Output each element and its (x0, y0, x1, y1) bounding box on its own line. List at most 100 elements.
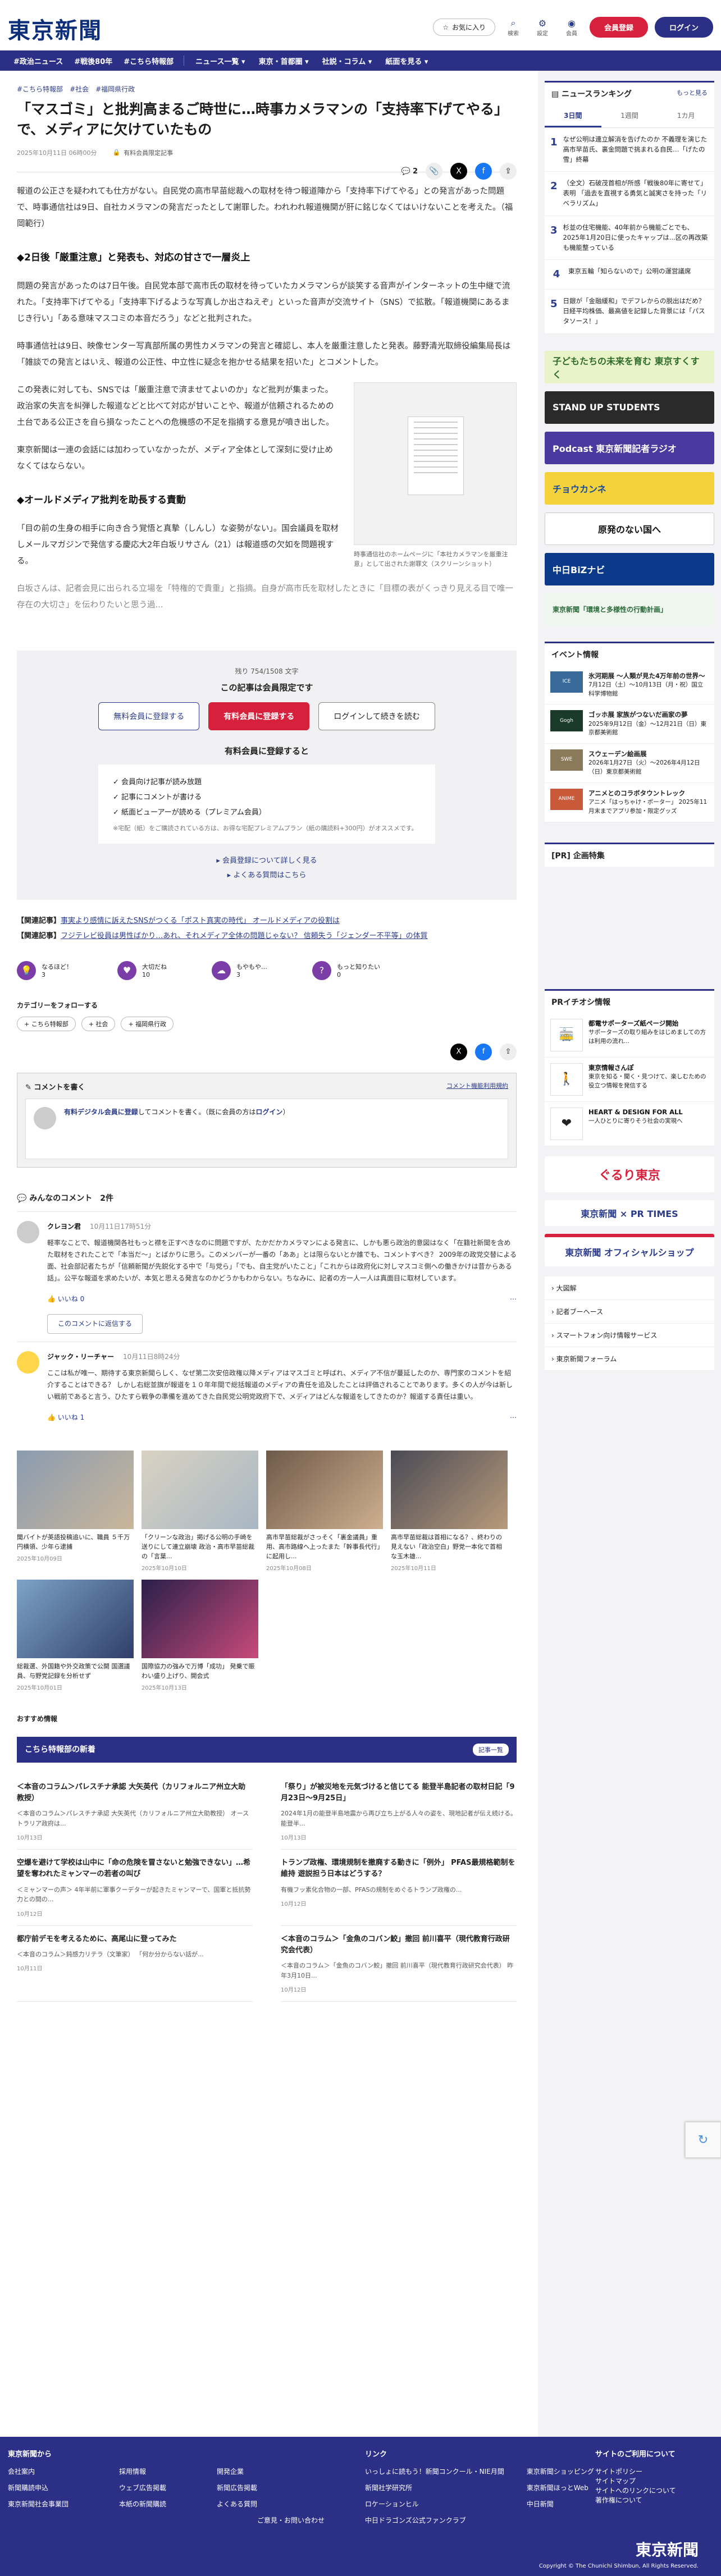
share-icon[interactable]: ⇪ (500, 1043, 517, 1060)
footer-link[interactable]: 新聞社学研究所 (365, 2483, 504, 2492)
tokuho-item[interactable]: ＜本音のコラム＞「金魚のコバン鮫」撤回 前川喜平（現代教育行政研究会代表） ＜本音… (281, 1926, 517, 2002)
recaptcha-badge[interactable]: ↻ (685, 2122, 721, 2158)
ranking-item[interactable]: 3 杉並の住宅機能、40年前から機能ごとでも、2025年1月20日に使ったキャップ… (545, 216, 714, 260)
sidebar-link[interactable]: › 東京新聞フォーラム (545, 1347, 714, 1371)
member-button[interactable]: ◉ 会員 (560, 18, 583, 37)
nav-tag-politics[interactable]: #政治ニュース (8, 56, 69, 66)
pr-item[interactable]: ❤ HEART & DESIGN FOR ALL 一人ひとりに寄りそう社会の実現へ (545, 1101, 714, 1146)
tokuho-item[interactable]: トランプ政権、環境規制を撤廃する動きに「例外」 PFAS最規格範制を維持 遊説担… (281, 1850, 517, 1926)
nav-tag-tokuho[interactable]: #こちら特報部 (118, 56, 179, 66)
event-item[interactable]: ICE 氷河期展 〜人類が見た4万年前の世界〜 7月12日（土）〜10月13日（月・… (545, 665, 714, 705)
clip-icon[interactable]: 📎 (426, 163, 442, 180)
pr-item[interactable]: 🚋 都電サポーターズ紙ページ開始 サポーターズの取り組みをはじめましての方は利用の流… (545, 1013, 714, 1058)
sukusuku-banner[interactable]: 子どもたちの未来を育む 東京すくすく (545, 350, 714, 383)
footer-link[interactable]: 採用情報 (119, 2467, 166, 2476)
comment-terms-link[interactable]: コメント機能利用規約 (446, 1081, 508, 1092)
footer-link[interactable]: 著作権について (595, 2495, 676, 2505)
nav-tag-postwar80[interactable]: #戦後80年 (69, 56, 118, 66)
footer-logo[interactable]: 東京新聞 (636, 2538, 699, 2560)
figure-image[interactable] (354, 382, 517, 545)
comment-like-button[interactable]: 👍 いいね 0 (47, 1293, 84, 1305)
category-link[interactable]: #こちら特報部 (17, 84, 63, 94)
nav-paper[interactable]: 紙面を見る ▾ (378, 56, 435, 66)
comment-input-area[interactable]: 有料デジタル会員に登録してコメントを書く。（既に会員の方はログイン） (25, 1098, 508, 1159)
footer-link[interactable]: サイトへのリンクについて (595, 2486, 676, 2495)
event-item[interactable]: ANIME アニメとのコラボタウントレック アニメ「はっちゃけ・ポーター」 2025… (545, 783, 714, 822)
comment-menu-icon[interactable]: ⋯ (510, 1293, 517, 1305)
login-link[interactable]: ログイン (255, 1108, 282, 1116)
footer-link[interactable]: 中日ドラゴンズ公式ファンクラブ (365, 2515, 504, 2525)
reaction-naruhodo[interactable]: 💡 なるほど！ 3 (17, 960, 72, 980)
sidebar-link[interactable]: › 記者ブーヘース (545, 1300, 714, 1324)
footer-link[interactable]: 東京新聞社会事業団 (8, 2499, 69, 2509)
related-article-link[interactable]: 事実より感情に訴えたSNSがつくる「ポスト真実の時代」 オールドメディアの役割は (61, 917, 340, 925)
nav-editorial[interactable]: 社説・コラム ▾ (316, 56, 379, 66)
podcast-banner[interactable]: Podcast 東京新聞記者ラジオ (545, 431, 714, 464)
membership-info-link[interactable]: ▸ 会員登録について詳しく見る (28, 854, 505, 868)
free-register-button[interactable]: 無料会員に登録する (98, 702, 200, 730)
site-logo[interactable]: 東京新聞 (8, 12, 102, 45)
faq-link[interactable]: ▸ よくある質問はこちら (28, 868, 505, 883)
footer-link[interactable]: 新聞広告掲載 (217, 2483, 257, 2492)
pr-item[interactable]: 🚶 東京情報さんぽ 東京を知る・聞く・見つけて、楽しむための役立つ情報を発信する (545, 1057, 714, 1102)
photo-card[interactable]: 高市早苗総裁がさっそく「裏金議員」重用、高市路線へ上ったまた「幹事長代行」に起用… (266, 1450, 383, 1572)
comment-count[interactable]: 💬 2 (401, 167, 418, 176)
nav-tokyo[interactable]: 東京・首都圏 ▾ (252, 56, 316, 66)
related-article-link[interactable]: フジテレビ役員は男性ばかり…あれ、それメディア全体の問題じゃない？ 信頼失う「ジ… (61, 932, 428, 940)
tab-1week[interactable]: 1週間 (601, 105, 658, 127)
sidebar-link[interactable]: › 大図解 (545, 1276, 714, 1300)
follow-chip[interactable]: + 福岡県行政 (121, 1016, 174, 1031)
favorites-button[interactable]: ☆ お気に入り (433, 19, 495, 36)
footer-link[interactable]: よくある質問 (217, 2499, 257, 2509)
footer-link[interactable]: 会社案内 (8, 2467, 69, 2476)
register-button[interactable]: 会員登録 (589, 17, 648, 38)
category-link[interactable]: #福岡県行政 (95, 84, 135, 94)
ranking-item[interactable]: 1 なぜ公明は連立解消を告げたのか 不義理を演じた高市早苗氏、裏金問題で挑まれる自… (545, 128, 714, 172)
paid-register-button[interactable]: 有料会員に登録する (208, 702, 310, 730)
tokuho-item[interactable]: ＜本音のコラム＞パレスチナ承認 大矢英代（カリフォルニア州立大助教授） ＜本音のコ… (17, 1774, 253, 1850)
footer-link[interactable]: 東京新聞ショッピング (527, 2467, 594, 2476)
photo-card[interactable]: 国際協力の強みで万博「成功」 発乗で賑わい盛り上げり、開会式 2025年10月13… (142, 1579, 258, 1691)
footer-link[interactable]: サイトポリシー (595, 2467, 676, 2476)
prtimes-banner[interactable]: 東京新聞 × PR TIMES (545, 1200, 714, 1226)
share-icon[interactable]: ⇪ (500, 163, 517, 180)
choukanne-banner[interactable]: チョウカンネ (545, 472, 714, 505)
photo-card[interactable]: 聞バイトが英語投稿追いに、職員 ５千万円横領、少年ら逮捕 2025年10月09日 (17, 1450, 134, 1572)
x-share-icon[interactable]: X (450, 1043, 467, 1060)
register-link[interactable]: 有料デジタル会員に登録 (64, 1108, 138, 1116)
reaction-moyamoya[interactable]: ☁ もやもや… 3 (212, 960, 267, 980)
nav-news-list[interactable]: ニュース一覧 ▾ (189, 56, 252, 66)
footer-link[interactable]: 本紙の新聞購読 (119, 2499, 166, 2509)
official-shop-banner[interactable]: 東京新聞 オフィシャルショップ (545, 1233, 714, 1266)
standup-students-banner[interactable]: STAND UP STUDENTS (545, 391, 714, 424)
login-to-read-button[interactable]: ログインして続きを読む (318, 702, 435, 730)
footer-link[interactable]: サイトマップ (595, 2476, 676, 2486)
tokuho-item[interactable]: 「祭り」が被災地を元気づけると信じてる 能登半島記者の取材日記「9月23日〜9月… (281, 1774, 517, 1850)
reaction-taisetsu[interactable]: ♥ 大切だね 10 (117, 960, 167, 980)
footer-link[interactable]: 新聞購読申込 (8, 2483, 69, 2492)
ranking-more-link[interactable]: もっと見る (677, 88, 708, 99)
login-button[interactable]: ログイン (654, 17, 713, 38)
follow-chip[interactable]: + こちら特報部 (17, 1016, 76, 1031)
footer-link[interactable]: ご意見・お問い合わせ (257, 2515, 325, 2525)
footer-link[interactable]: いっしょに読もう！新聞コンクール・NIE月間 (365, 2467, 504, 2476)
event-item[interactable]: Gogh ゴッホ展 家族がつないだ画家の夢 2025年9月12日（金）〜12月21日… (545, 704, 714, 744)
comment-menu-icon[interactable]: ⋯ (510, 1412, 517, 1424)
tokuho-more-link[interactable]: 記事一覧 (473, 1743, 509, 1756)
sdgs-banner[interactable]: 東京新聞「環境と多様性の行動計画」 (545, 593, 714, 626)
reply-button[interactable]: このコメントに返信する (47, 1314, 143, 1334)
settings-button[interactable]: ⚙ 設定 (531, 18, 554, 37)
ranking-item[interactable]: 4 東京五輪「知らないので」公明の運営議席 (545, 260, 714, 290)
ranking-item[interactable]: 5 日銀が「金融緩和」でデフレからの脱出はだめ？ 日経平均株価、最高値を記録した背… (545, 290, 714, 334)
event-item[interactable]: SWE スウェーデン絵画展 2026年1月27日（火）〜2026年4月12日（日）東… (545, 744, 714, 783)
footer-link[interactable]: ウェブ広告掲載 (119, 2483, 166, 2492)
sidebar-link[interactable]: › スマートフォン向け情報サービス (545, 1324, 714, 1347)
tab-3days[interactable]: 3日間 (545, 105, 601, 127)
photo-card[interactable]: 「クリーンな政治」掲げる公明の手崎を送りにして連立崩壊 政治・高市早苗総裁の「言… (142, 1450, 258, 1572)
follow-chip[interactable]: + 社会 (81, 1016, 116, 1031)
reaction-motto[interactable]: ? もっと知りたい 0 (312, 960, 380, 980)
photo-card[interactable]: 総裁選、外国籍や外交政策で公開 国選議員、与野党記録を分析せず 2025年10月0… (17, 1579, 134, 1691)
genpatsu-banner[interactable]: 原発のない国へ (545, 512, 714, 545)
tab-1month[interactable]: 1カ月 (658, 105, 714, 127)
footer-link[interactable]: ロケーションヒル (365, 2499, 504, 2509)
